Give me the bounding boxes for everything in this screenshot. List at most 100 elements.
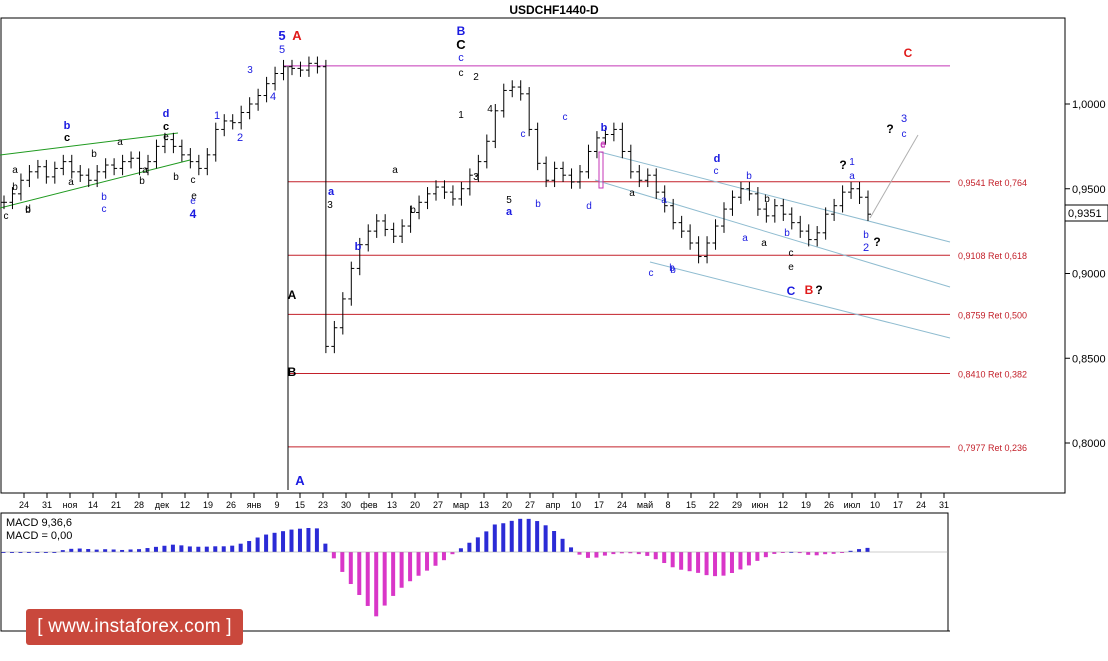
date-tick-label: 31 [42, 500, 52, 510]
macd-bar [535, 521, 540, 552]
macd-bar [77, 548, 82, 552]
macd-bar [475, 537, 480, 552]
macd-bar [865, 547, 870, 552]
macd-bar [221, 546, 226, 552]
macd-bar [162, 545, 167, 552]
wave-label: C [787, 284, 796, 298]
wave-label: B [805, 283, 814, 297]
wave-label: c [902, 129, 907, 140]
macd-bar [441, 552, 446, 561]
wave-label: A [295, 473, 305, 488]
date-tick-label: 13 [479, 500, 489, 510]
wave-label: a [761, 238, 767, 249]
wave-label: c [4, 211, 9, 222]
date-tick-label: 27 [433, 500, 443, 510]
price-tick-label: 1,0000 [1072, 99, 1106, 111]
macd-bar [823, 552, 828, 555]
date-tick-label: мар [453, 500, 469, 510]
macd-bar [687, 552, 692, 572]
macd-bar [662, 552, 667, 564]
macd-bar [297, 528, 302, 552]
current-price-value: 0,9351 [1068, 208, 1102, 220]
price-tick-label: 0,8000 [1072, 438, 1106, 450]
macd-bar [238, 543, 243, 552]
macd-bar [69, 548, 74, 552]
wave-label: C [904, 46, 913, 60]
wave-label: e [163, 132, 169, 143]
price-axis: 1,0000 0,9500 0,9000 0,8500 0,8000 [1065, 99, 1106, 450]
wave-label: d [163, 108, 170, 120]
date-tick-label: 30 [341, 500, 351, 510]
wave-label: c [191, 175, 196, 186]
wave-label: e [191, 191, 197, 202]
wave-label: b [669, 263, 675, 274]
date-tick-label: 20 [410, 500, 420, 510]
wave-label: c [459, 68, 464, 79]
macd-bar [611, 552, 616, 555]
macd-bar [425, 552, 430, 571]
macd-label: MACD 9,36,6 [6, 517, 72, 529]
date-tick-label: 24 [19, 500, 29, 510]
wave-label: b [12, 182, 18, 193]
wave-label: a [506, 206, 513, 218]
macd-bar [391, 552, 396, 596]
date-tick-label: фев [360, 500, 377, 510]
date-tick-label: 17 [893, 500, 903, 510]
wave-label: B [457, 24, 466, 38]
wave-label: d [714, 153, 721, 165]
macd-bar [433, 552, 438, 566]
macd-bar [331, 552, 336, 559]
wave-label: C [456, 37, 466, 52]
date-tick-label: 26 [226, 500, 236, 510]
wave-label: d [586, 201, 592, 212]
date-tick-label: 10 [571, 500, 581, 510]
wave-label: c [649, 268, 654, 279]
date-tick-label: 15 [686, 500, 696, 510]
macd-bar [670, 552, 675, 568]
macd-value-label: MACD = 0,00 [6, 530, 72, 542]
macd-bar [806, 552, 811, 555]
date-tick-label: 8 [665, 500, 670, 510]
wave-label: b [91, 149, 97, 160]
price-tick-label: 0,9500 [1072, 184, 1106, 196]
macd-bar [94, 549, 99, 552]
macd-bar [213, 546, 218, 552]
wave-label: ? [886, 122, 893, 136]
wave-label: 2 [863, 242, 869, 254]
macd-bar [645, 552, 650, 556]
chart-canvas: USDCHF1440-D 0,9541 Ret 0,764 0,9108 Ret … [0, 3, 1108, 632]
wave-label: e [600, 139, 606, 150]
macd-bar [357, 552, 362, 595]
wave-label: 1 [214, 110, 220, 122]
wave-label: a [392, 165, 398, 176]
wave-label: b [601, 122, 608, 134]
date-tick-label: 19 [801, 500, 811, 510]
wave-label: 5 [278, 28, 285, 43]
macd-bar [196, 546, 201, 552]
wave-label: a [12, 165, 18, 176]
macd-bar [585, 552, 590, 558]
wave-label: 3 [247, 65, 253, 76]
date-tick-label: апр [546, 500, 561, 510]
macd-bar [323, 543, 328, 552]
date-tick-label: 22 [709, 500, 719, 510]
date-tick-label: июл [844, 500, 861, 510]
wave-label: A [292, 28, 302, 43]
wave-label: b [784, 228, 790, 239]
wave-label: c [714, 166, 719, 177]
wave-label: b [173, 172, 179, 183]
instaforex-watermark: [ www.instaforex.com ] [26, 609, 243, 645]
macd-bar [814, 552, 819, 556]
wave-label: ? [839, 158, 846, 172]
date-tick-label: 28 [134, 500, 144, 510]
date-tick-label: янв [247, 500, 262, 510]
price-tick-label: 0,8500 [1072, 353, 1106, 365]
date-tick-label: 26 [824, 500, 834, 510]
macd-bar [831, 552, 836, 554]
chart-title: USDCHF1440-D [509, 3, 599, 17]
macd-bar [679, 552, 684, 570]
macd-bar [247, 541, 252, 552]
wave-label: B [288, 365, 297, 379]
macd-bar [602, 552, 607, 556]
macd-bar [255, 537, 260, 552]
